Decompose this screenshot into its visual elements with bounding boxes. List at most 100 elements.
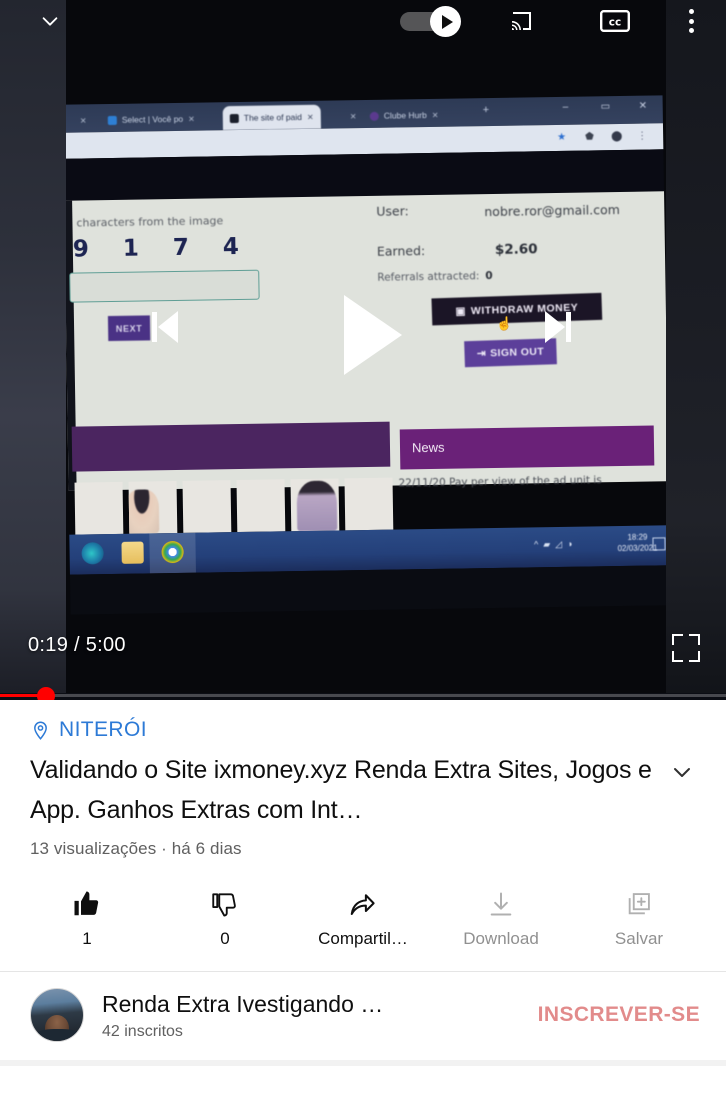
subscribe-button[interactable]: INSCREVER-SE xyxy=(538,1003,704,1027)
thumbs-down-icon xyxy=(210,885,240,919)
ad-thumbnail xyxy=(344,477,394,531)
location-row[interactable]: NITERÓI xyxy=(0,700,726,742)
news-header: News xyxy=(411,439,445,456)
window-maximize-button: ▭ xyxy=(600,101,611,113)
share-label: Compartil… xyxy=(318,929,408,948)
star-icon: ★ xyxy=(557,131,567,143)
collapse-player-button[interactable] xyxy=(30,8,70,34)
ad-banner-left xyxy=(71,421,391,472)
more-options-button[interactable] xyxy=(672,4,710,38)
fullscreen-button[interactable] xyxy=(672,634,700,662)
cast-icon xyxy=(512,12,531,30)
news-banner: News xyxy=(399,425,655,470)
extensions-icon: ⬟ xyxy=(585,131,594,143)
previous-video-button[interactable] xyxy=(152,311,178,343)
youtube-watch-page: ✕ Select | Você po ✕ The site of paid ✕ … xyxy=(0,0,726,1120)
chevron-down-icon xyxy=(674,768,690,777)
tab-close-icon: ✕ xyxy=(79,115,87,125)
download-label: Download xyxy=(463,929,539,948)
cast-button[interactable] xyxy=(502,4,540,38)
share-arrow-icon xyxy=(347,885,379,919)
player-center-controls xyxy=(0,295,726,375)
system-tray-icons: ^▰◿◑ xyxy=(533,538,578,550)
location-pin-icon xyxy=(30,720,51,741)
play-icon xyxy=(441,14,453,29)
dislike-count: 0 xyxy=(220,929,230,948)
tab-favicon xyxy=(369,111,379,121)
referrals-row: Referrals attracted: 0 xyxy=(377,270,492,284)
closed-captions-button[interactable]: cc xyxy=(596,4,634,38)
browser-tab-4: Clube Hurb ✕ xyxy=(363,103,446,128)
channel-name: Renda Extra Ivestigando … xyxy=(102,990,384,1017)
user-label: User: xyxy=(376,203,409,219)
like-count: 1 xyxy=(82,929,92,948)
dislike-button[interactable]: 0 xyxy=(156,885,294,949)
like-button[interactable]: 1 xyxy=(18,885,156,949)
user-row: User: nobre.ror@gmail.com xyxy=(376,199,656,225)
browser-tab-3: ✕ xyxy=(343,104,364,128)
browser-tab-2: The site of paid ✕ xyxy=(222,104,321,131)
window-close-button: ✕ xyxy=(638,100,648,112)
video-player[interactable]: ✕ Select | Você po ✕ The site of paid ✕ … xyxy=(0,0,726,700)
thumbs-up-icon xyxy=(72,885,102,919)
tab-close-icon: ✕ xyxy=(306,112,314,122)
earned-value: $2.60 xyxy=(494,241,538,258)
channel-row[interactable]: Renda Extra Ivestigando … 42 inscritos I… xyxy=(0,972,726,1042)
save-label: Salvar xyxy=(614,929,664,948)
location-label: NITERÓI xyxy=(59,718,147,741)
menu-icon: ⋮ xyxy=(637,130,648,142)
chevron-down-icon xyxy=(42,17,58,26)
autoplay-toggle[interactable] xyxy=(400,6,472,37)
svg-text:cc: cc xyxy=(609,17,621,29)
tab-title: Select | Você po xyxy=(121,113,184,125)
tab-favicon xyxy=(107,115,117,125)
download-button[interactable]: Download xyxy=(432,885,570,949)
ad-thumbnail xyxy=(236,479,286,533)
browser-tab-1: Select | Você po ✕ xyxy=(101,107,202,133)
account-panel: User: nobre.ror@gmail.com Earned: $2.60 … xyxy=(376,199,656,284)
referrals-value: 0 xyxy=(485,270,493,283)
closed-captions-icon: cc xyxy=(600,10,630,32)
share-button[interactable]: Compartil… xyxy=(294,885,432,949)
ad-thumbnail-row xyxy=(74,477,394,535)
user-value: nobre.ror@gmail.com xyxy=(484,201,620,220)
title-row[interactable]: Validando o Site ixmoney.xyz Renda Extra… xyxy=(0,742,726,830)
save-button[interactable]: Salvar xyxy=(570,885,708,949)
earned-label: Earned: xyxy=(376,243,426,259)
progress-bar[interactable] xyxy=(0,687,726,700)
video-metadata: NITERÓI Validando o Site ixmoney.xyz Ren… xyxy=(0,700,726,1066)
profile-icon: ⬤ xyxy=(611,130,623,143)
expand-description-button[interactable] xyxy=(658,750,706,794)
captcha-digits: 9 1 7 4 xyxy=(72,233,253,263)
time-display: 0:19 / 5:00 xyxy=(28,634,126,656)
autoplay-knob xyxy=(430,6,461,37)
next-video-icon xyxy=(545,311,565,343)
download-icon xyxy=(487,885,515,919)
previous-video-icon xyxy=(152,312,157,342)
edge-icon xyxy=(81,542,104,565)
tab-close-icon: ✕ xyxy=(188,114,195,124)
tab-favicon xyxy=(229,113,239,123)
screen-bottom-edge xyxy=(69,565,666,615)
bottom-divider xyxy=(0,1060,726,1066)
tab-close-icon: ✕ xyxy=(431,110,439,120)
play-button[interactable] xyxy=(344,295,402,375)
progress-track xyxy=(0,694,726,697)
window-minimize-button: – xyxy=(562,101,569,113)
ad-thumbnail xyxy=(128,480,178,534)
subscriber-count: 42 inscritos xyxy=(102,1022,183,1040)
save-plus-icon xyxy=(625,885,653,919)
player-top-controls: cc xyxy=(0,0,726,42)
new-tab-button: + xyxy=(482,104,490,117)
view-count-and-date: 13 visualizações · há 6 dias xyxy=(30,839,242,858)
tab-close-icon: ✕ xyxy=(349,111,357,121)
avatar[interactable] xyxy=(30,988,84,1042)
ad-thumbnail xyxy=(290,478,340,532)
ad-thumbnail xyxy=(182,480,232,533)
browser-tab-0: ✕ xyxy=(73,108,94,132)
next-video-button[interactable] xyxy=(545,311,571,343)
fullscreen-icon xyxy=(672,634,683,645)
channel-info: Renda Extra Ivestigando … 42 inscritos xyxy=(102,990,520,1041)
action-buttons-row: 1 0 Compartil… Download Salvar xyxy=(0,859,726,949)
file-explorer-icon xyxy=(121,541,144,564)
